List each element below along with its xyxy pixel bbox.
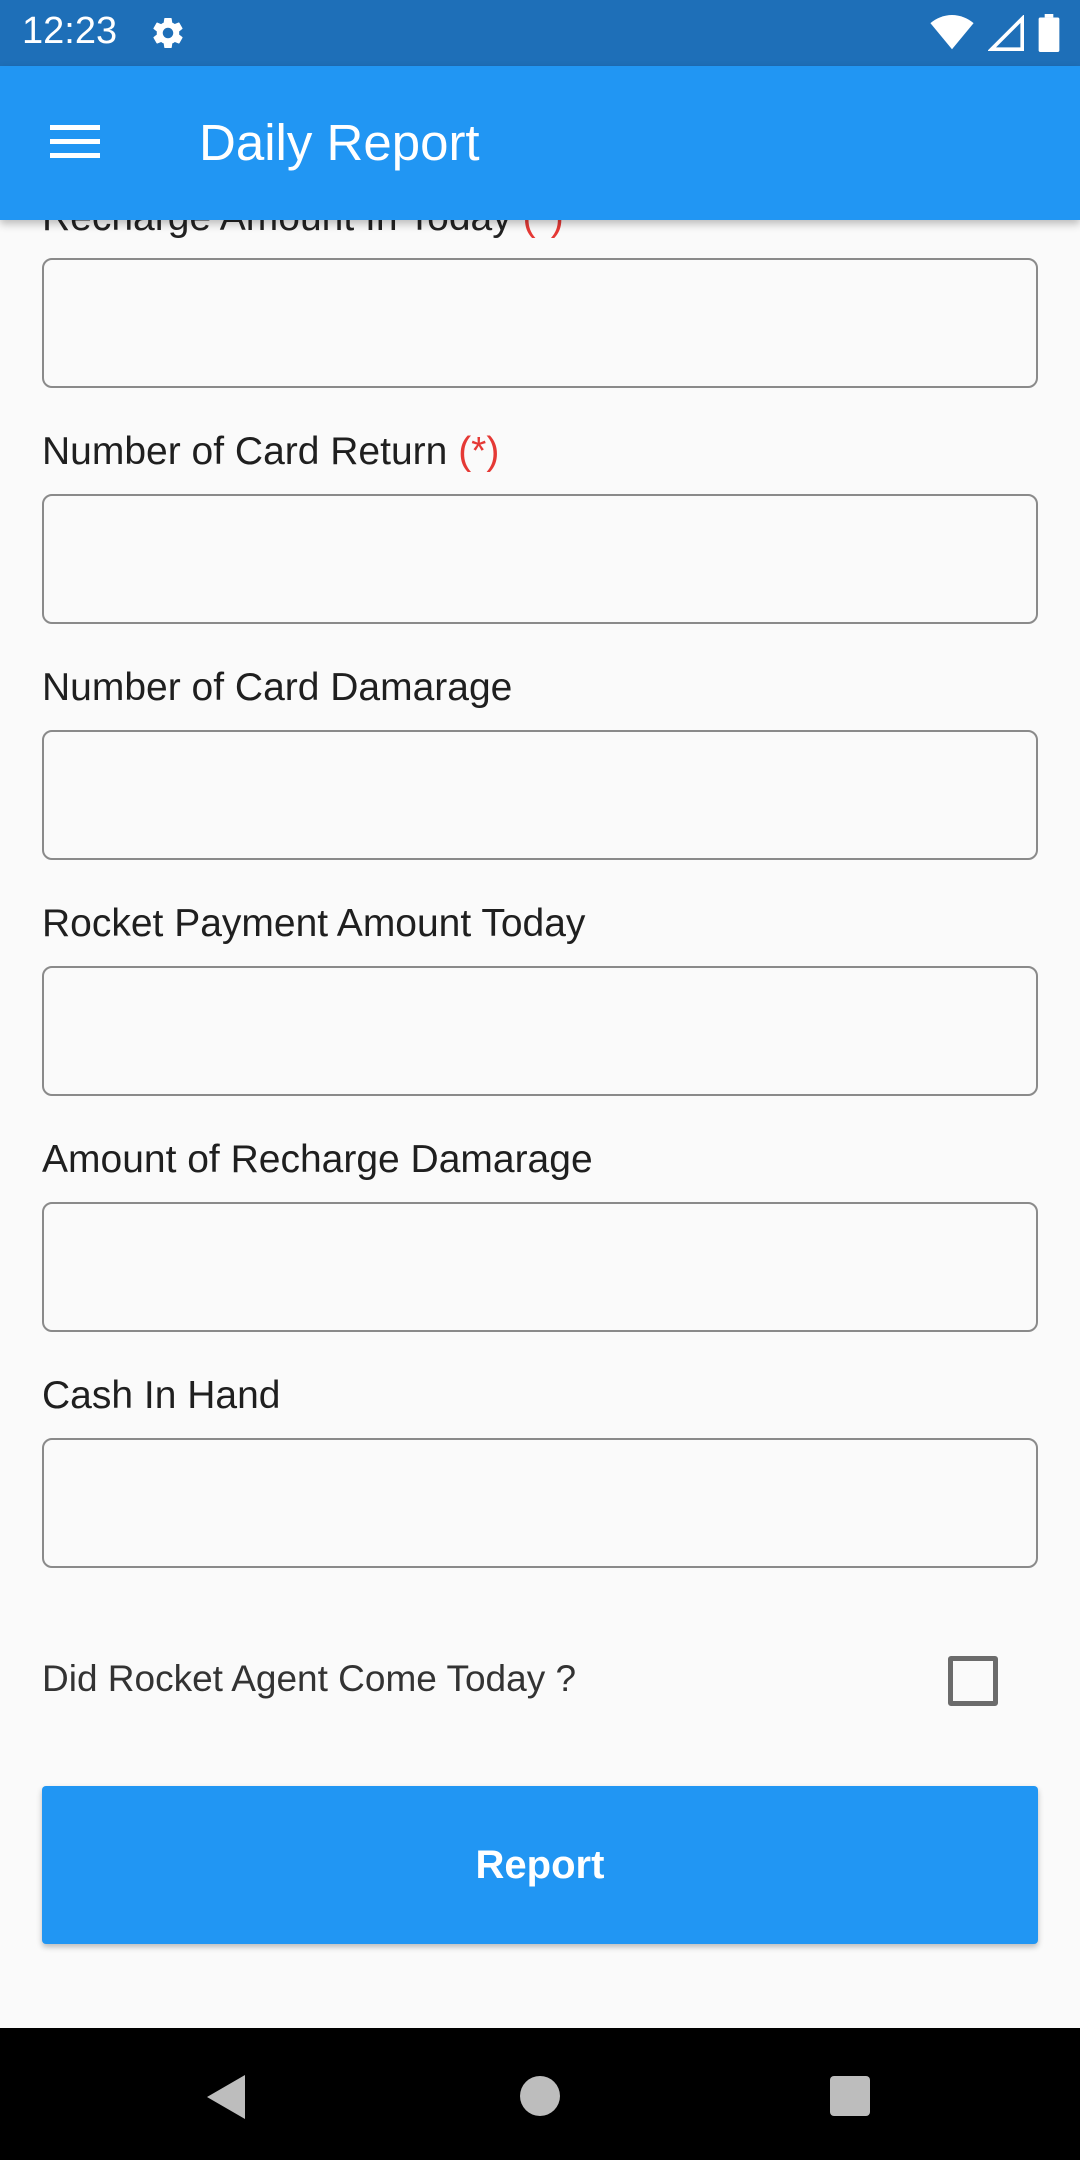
recharge-damarage-label: Amount of Recharge Damarage <box>42 1138 593 1181</box>
recent-apps-icon[interactable] <box>830 2076 870 2116</box>
back-icon[interactable] <box>205 2073 247 2121</box>
wifi-icon <box>930 15 974 50</box>
rocket-agent-checkbox[interactable] <box>948 1656 998 1706</box>
required-mark: (*) <box>523 220 564 239</box>
report-button[interactable]: Report <box>42 1786 1038 1944</box>
signal-icon <box>988 15 1024 51</box>
recharge-amount-label: Recharge Amount In Today (*) <box>42 220 564 240</box>
required-mark: (*) <box>458 430 500 473</box>
status-bar: 12:23 <box>0 0 1080 66</box>
status-time: 12:23 <box>22 10 118 52</box>
home-icon[interactable] <box>520 2076 560 2116</box>
rocket-agent-label: Did Rocket Agent Come Today ? <box>42 1658 577 1699</box>
recharge-amount-input[interactable] <box>42 258 1038 388</box>
card-damarage-input[interactable] <box>42 730 1038 860</box>
rocket-payment-label: Rocket Payment Amount Today <box>42 902 586 945</box>
status-icons <box>930 14 1060 52</box>
battery-icon <box>1038 14 1060 52</box>
recharge-damarage-input[interactable] <box>42 1202 1038 1332</box>
app-bar: Daily Report <box>0 66 1080 220</box>
cash-in-hand-input[interactable] <box>42 1438 1038 1568</box>
page-title: Daily Report <box>199 114 480 171</box>
navigation-bar <box>0 2028 1080 2160</box>
card-return-label: Number of Card Return (*) <box>42 430 500 473</box>
card-damarage-label: Number of Card Damarage <box>42 666 513 709</box>
menu-icon[interactable] <box>48 121 102 163</box>
rocket-payment-input[interactable] <box>42 966 1038 1096</box>
report-form[interactable]: Recharge Amount In Today (*) Number of C… <box>0 220 1080 2028</box>
card-return-input[interactable] <box>42 494 1038 624</box>
cash-in-hand-label: Cash In Hand <box>42 1374 281 1417</box>
gear-icon <box>153 18 183 49</box>
